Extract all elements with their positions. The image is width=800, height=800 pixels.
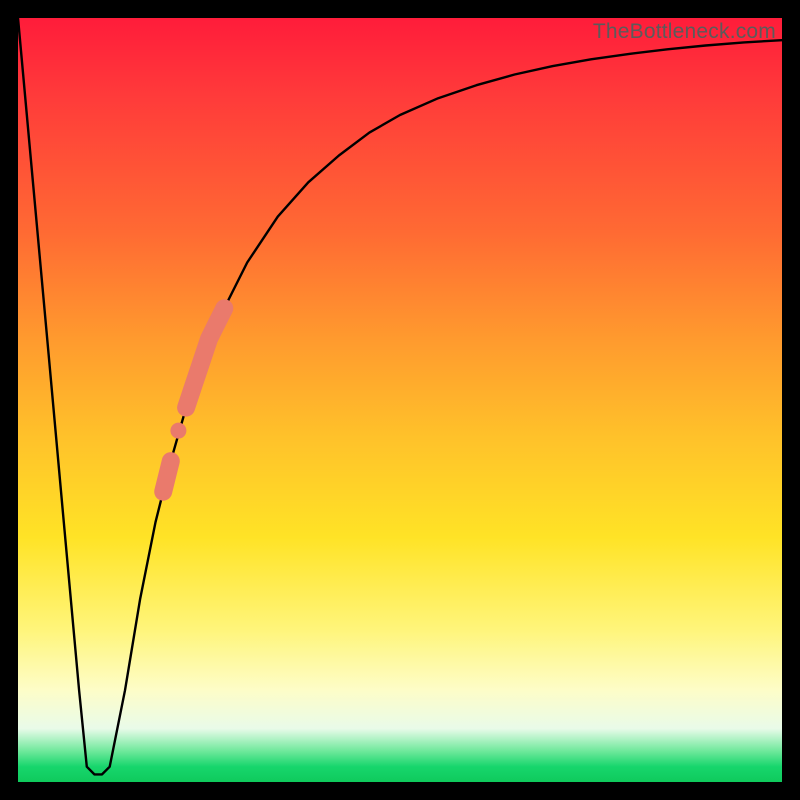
bottleneck-curve (18, 18, 782, 774)
chart-frame: TheBottleneck.com (0, 0, 800, 800)
highlight-dot (170, 423, 186, 439)
chart-svg (18, 18, 782, 782)
plot-area (18, 18, 782, 782)
highlight-dots (170, 377, 201, 439)
highlight-segment-lower (163, 461, 171, 492)
highlight-segment (186, 308, 224, 407)
highlight-dot (186, 377, 202, 393)
watermark-text: TheBottleneck.com (593, 20, 776, 44)
highlight-dot (179, 401, 193, 415)
